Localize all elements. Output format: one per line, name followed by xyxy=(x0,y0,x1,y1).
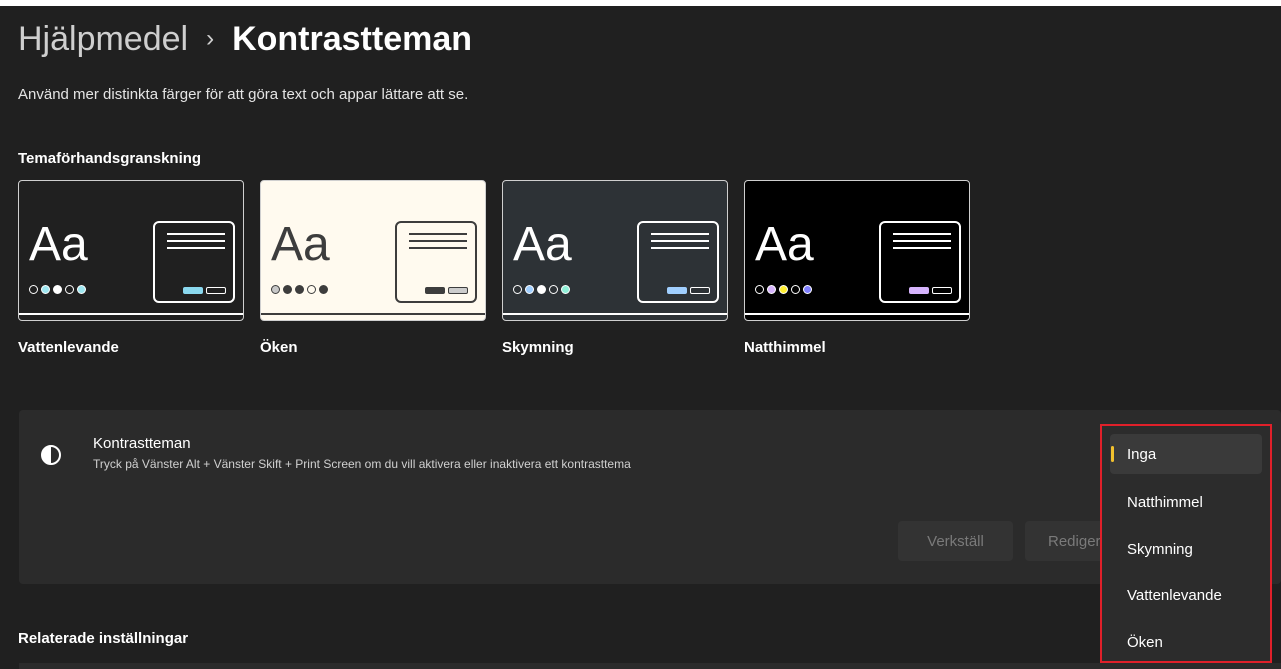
chevron-right-icon: › xyxy=(206,25,215,52)
color-dot xyxy=(549,285,558,294)
color-dot xyxy=(295,285,304,294)
theme-color-dots xyxy=(513,285,570,294)
theme-sample-text: Aa xyxy=(271,218,330,271)
color-dot xyxy=(755,285,764,294)
window-preview-icon xyxy=(153,221,235,303)
dropdown-option-inga[interactable]: Inga xyxy=(1110,434,1262,474)
selection-indicator xyxy=(1111,446,1114,462)
theme-label: Vattenlevande xyxy=(18,339,119,356)
dropdown-option-label: Inga xyxy=(1127,445,1157,463)
contrast-themes-description: Tryck på Vänster Alt + Vänster Skift + P… xyxy=(93,457,631,471)
page-description: Använd mer distinkta färger för att göra… xyxy=(18,86,469,103)
contrast-themes-title: Kontrastteman xyxy=(93,435,191,452)
page-title: Kontrastteman xyxy=(232,19,473,58)
color-dot xyxy=(77,285,86,294)
color-dot xyxy=(319,285,328,294)
contrast-theme-dropdown[interactable]: Inga Natthimmel Skymning Vattenlevande Ö… xyxy=(1100,424,1272,663)
color-dot xyxy=(29,285,38,294)
color-dot xyxy=(271,285,280,294)
dropdown-option-oken[interactable]: Öken xyxy=(1110,622,1262,662)
theme-card-divider xyxy=(19,313,243,315)
color-dot xyxy=(41,285,50,294)
window-top-edge xyxy=(0,0,1281,6)
dropdown-option-label: Skymning xyxy=(1127,540,1193,558)
dropdown-option-label: Natthimmel xyxy=(1127,493,1203,511)
contrast-icon xyxy=(41,445,61,465)
window-preview-icon xyxy=(395,221,477,303)
color-dot xyxy=(561,285,570,294)
theme-card-divider xyxy=(745,313,969,315)
theme-label: Skymning xyxy=(502,339,574,356)
color-dot xyxy=(513,285,522,294)
color-dot xyxy=(779,285,788,294)
theme-preview-card-natthimmel[interactable]: Aa xyxy=(744,180,970,321)
theme-label: Natthimmel xyxy=(744,339,826,356)
related-settings-card[interactable] xyxy=(19,663,1281,669)
apply-button[interactable]: Verkställ xyxy=(898,521,1013,561)
theme-color-dots xyxy=(755,285,812,294)
breadcrumb-parent-link[interactable]: Hjälpmedel xyxy=(18,20,188,59)
dropdown-option-natthimmel[interactable]: Natthimmel xyxy=(1110,482,1262,522)
dropdown-option-label: Vattenlevande xyxy=(1127,586,1222,604)
related-settings-heading: Relaterade inställningar xyxy=(18,630,189,647)
theme-label: Öken xyxy=(260,339,298,356)
theme-preview-card-skymning[interactable]: Aa xyxy=(502,180,728,321)
dropdown-option-vattenlevande[interactable]: Vattenlevande xyxy=(1110,575,1262,615)
theme-preview-heading: Temaförhandsgranskning xyxy=(18,150,202,167)
color-dot xyxy=(803,285,812,294)
color-dot xyxy=(791,285,800,294)
edit-button[interactable]: Redigera xyxy=(1025,521,1105,561)
window-preview-icon xyxy=(637,221,719,303)
theme-preview-card-vattenlevande[interactable]: Aa xyxy=(18,180,244,321)
color-dot xyxy=(537,285,546,294)
theme-color-dots xyxy=(271,285,328,294)
theme-card-divider xyxy=(261,313,485,315)
theme-sample-text: Aa xyxy=(513,218,572,271)
color-dot xyxy=(767,285,776,294)
dropdown-option-skymning[interactable]: Skymning xyxy=(1110,529,1262,569)
color-dot xyxy=(65,285,74,294)
color-dot xyxy=(525,285,534,294)
theme-sample-text: Aa xyxy=(755,218,814,271)
theme-preview-card-oken[interactable]: Aa xyxy=(260,180,486,321)
color-dot xyxy=(283,285,292,294)
color-dot xyxy=(307,285,316,294)
window-preview-icon xyxy=(879,221,961,303)
breadcrumb: Hjälpmedel › Kontrastteman xyxy=(18,14,472,64)
theme-card-divider xyxy=(503,313,727,315)
theme-color-dots xyxy=(29,285,86,294)
color-dot xyxy=(53,285,62,294)
theme-sample-text: Aa xyxy=(29,218,88,271)
dropdown-option-label: Öken xyxy=(1127,633,1163,651)
